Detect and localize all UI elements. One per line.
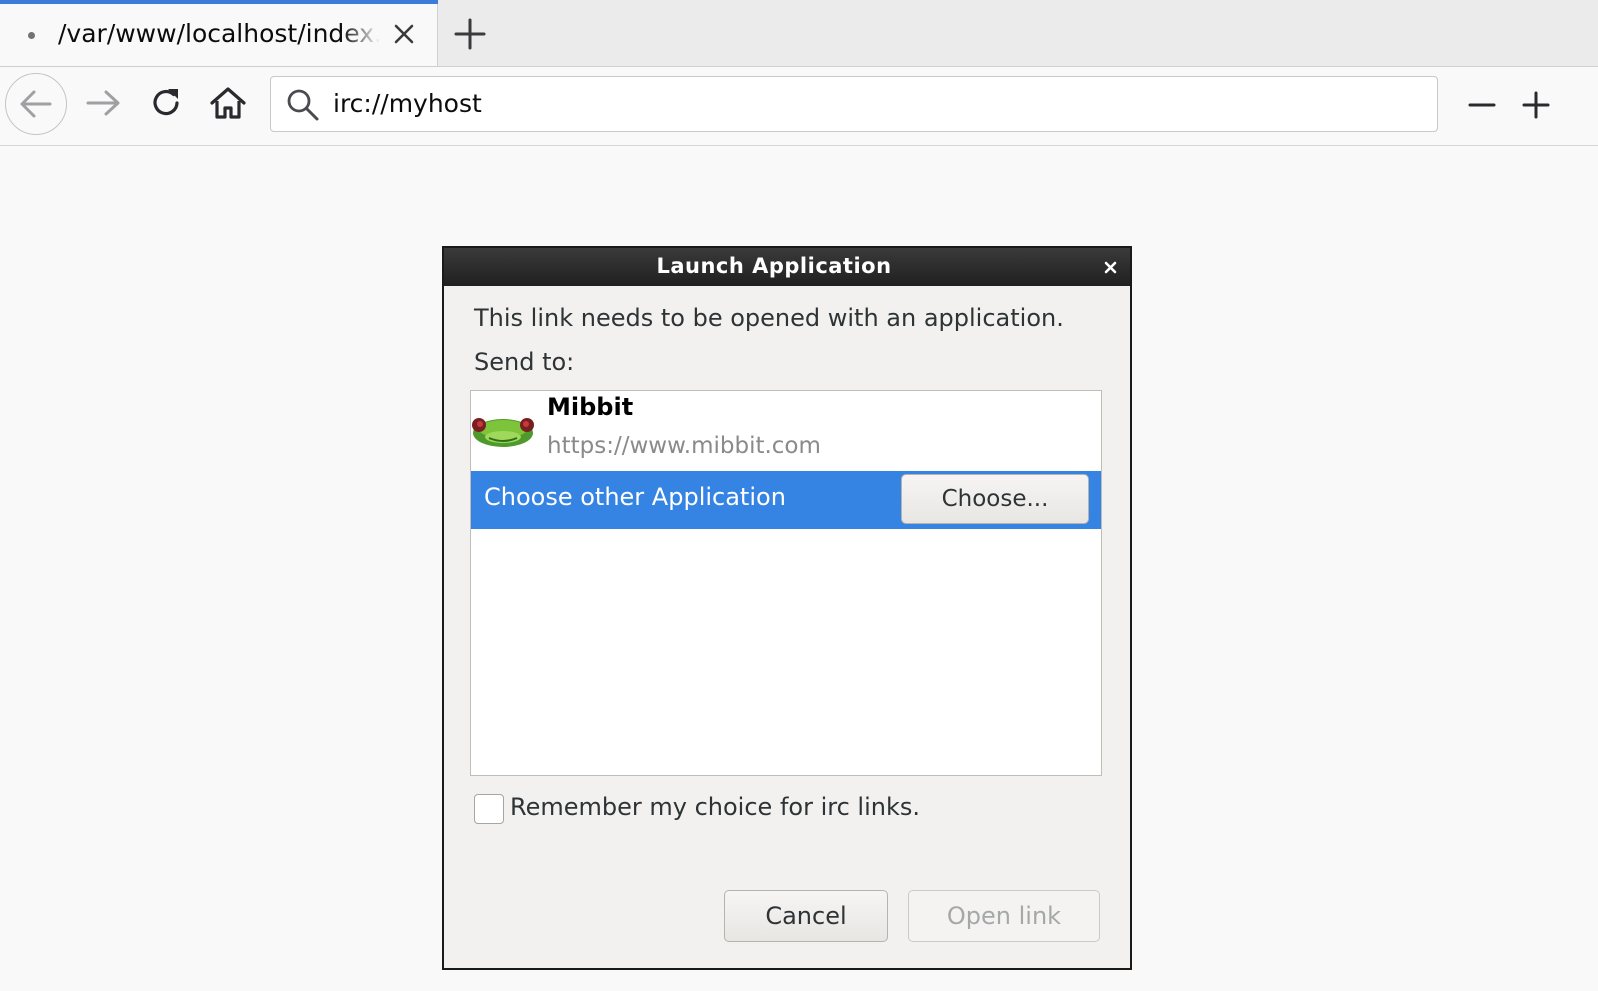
back-arrow-icon [20, 90, 52, 118]
tab-active-indicator [0, 0, 438, 4]
open-link-button[interactable]: Open link [908, 890, 1100, 942]
reload-button[interactable] [144, 81, 188, 125]
dialog-titlebar[interactable]: Launch Application [444, 248, 1130, 286]
zoom-in-button[interactable] [1516, 85, 1556, 125]
cancel-button[interactable]: Cancel [724, 890, 888, 942]
remember-choice-row[interactable]: Remember my choice for irc links. [474, 793, 1074, 828]
home-button[interactable] [206, 81, 250, 125]
close-icon[interactable] [1100, 256, 1122, 278]
plus-icon [1522, 91, 1550, 119]
navigation-toolbar [0, 67, 1598, 146]
dialog-title: Launch Application [656, 254, 892, 278]
zoom-out-button[interactable] [1462, 85, 1502, 125]
choose-other-label: Choose other Application [484, 483, 786, 511]
new-tab-button[interactable] [448, 12, 492, 56]
send-to-label: Send to: [474, 348, 575, 376]
url-bar[interactable] [270, 76, 1438, 132]
application-list[interactable]: Mibbit https://www.mibbit.com Choose oth… [470, 390, 1102, 776]
remember-choice-label[interactable]: Remember my choice for irc links. [510, 793, 920, 821]
browser-tab[interactable]: /var/www/localhost/index.html [0, 0, 438, 66]
tab-title: /var/www/localhost/index.html [58, 19, 380, 48]
list-item-choose-other[interactable]: Choose other Application Choose... [471, 471, 1101, 529]
launch-application-dialog: Launch Application This link needs to be… [442, 246, 1132, 970]
dialog-message: This link needs to be opened with an app… [474, 304, 1064, 332]
app-url: https://www.mibbit.com [547, 433, 821, 459]
plus-icon [454, 18, 486, 50]
search-icon [285, 87, 321, 123]
reload-icon [153, 89, 179, 116]
forward-arrow-icon [86, 90, 120, 116]
tab-loading-dot-icon [28, 32, 35, 39]
remember-choice-checkbox[interactable] [474, 794, 504, 824]
minus-icon [1468, 103, 1496, 107]
forward-button[interactable] [82, 81, 126, 125]
tab-strip: /var/www/localhost/index.html [0, 0, 1598, 67]
list-item-mibbit[interactable]: Mibbit https://www.mibbit.com [471, 391, 1101, 471]
home-icon [210, 87, 246, 119]
choose-button[interactable]: Choose... [901, 474, 1089, 524]
close-icon[interactable] [386, 16, 422, 52]
url-input[interactable] [333, 77, 1413, 131]
app-name: Mibbit [547, 393, 634, 421]
back-button[interactable] [5, 73, 67, 135]
mibbit-frog-icon [471, 405, 535, 453]
